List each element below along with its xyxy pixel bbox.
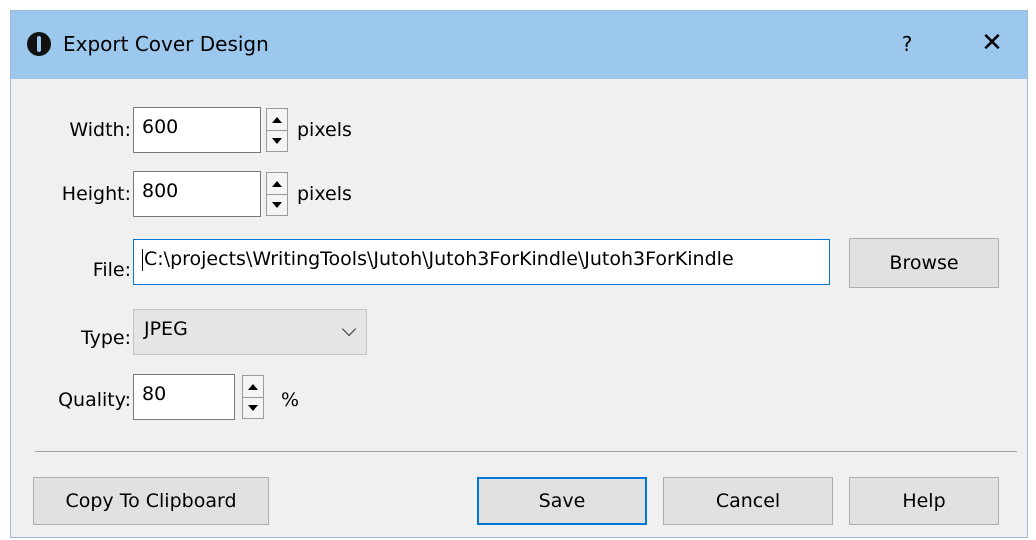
help-icon[interactable]: ? [895, 30, 919, 58]
quality-unit: % [281, 389, 300, 411]
save-button[interactable]: Save [477, 477, 647, 525]
file-path-field[interactable]: C:\projects\WritingTools\Jutoh\Jutoh3For… [133, 239, 830, 285]
quality-label: Quality: [58, 389, 131, 411]
file-path-value: C:\projects\WritingTools\Jutoh\Jutoh3For… [144, 248, 734, 270]
cancel-button[interactable]: Cancel [663, 477, 833, 525]
arrow-up-icon [248, 383, 258, 390]
quality-spinner[interactable] [242, 375, 264, 419]
chevron-down-icon [341, 321, 357, 337]
height-increment-button[interactable] [267, 173, 287, 195]
height-decrement-button[interactable] [267, 194, 287, 215]
width-label: Width: [69, 119, 131, 141]
browse-button[interactable]: Browse [849, 238, 999, 288]
text-caret [142, 248, 143, 271]
arrow-down-icon [272, 201, 282, 208]
type-label: Type: [80, 327, 131, 349]
window-title: Export Cover Design [63, 32, 269, 56]
arrow-up-icon [272, 180, 282, 187]
copy-to-clipboard-button[interactable]: Copy To Clipboard [33, 477, 269, 525]
width-field[interactable]: 600 [133, 107, 261, 153]
file-label: File: [92, 259, 131, 281]
close-icon[interactable]: ✕ [977, 28, 1007, 58]
type-selected-value: JPEG [144, 318, 188, 340]
help-button[interactable]: Help [849, 477, 999, 525]
quality-increment-button[interactable] [243, 376, 263, 398]
arrow-down-icon [248, 404, 258, 411]
title-bar: Export Cover Design ? ✕ [11, 11, 1027, 79]
type-dropdown[interactable]: JPEG [133, 309, 367, 355]
height-label: Height: [61, 183, 131, 205]
quality-field[interactable]: 80 [133, 374, 235, 420]
width-increment-button[interactable] [267, 109, 287, 131]
info-icon [27, 32, 51, 56]
width-decrement-button[interactable] [267, 130, 287, 151]
height-spinner[interactable] [266, 172, 288, 216]
height-field[interactable]: 800 [133, 171, 261, 217]
quality-decrement-button[interactable] [243, 397, 263, 418]
height-unit: pixels [297, 183, 352, 205]
arrow-up-icon [272, 116, 282, 123]
arrow-down-icon [272, 137, 282, 144]
divider [35, 451, 1017, 452]
export-cover-dialog: Export Cover Design ? ✕ Width: 600 pixel… [10, 10, 1028, 538]
width-unit: pixels [297, 119, 352, 141]
width-spinner[interactable] [266, 108, 288, 152]
